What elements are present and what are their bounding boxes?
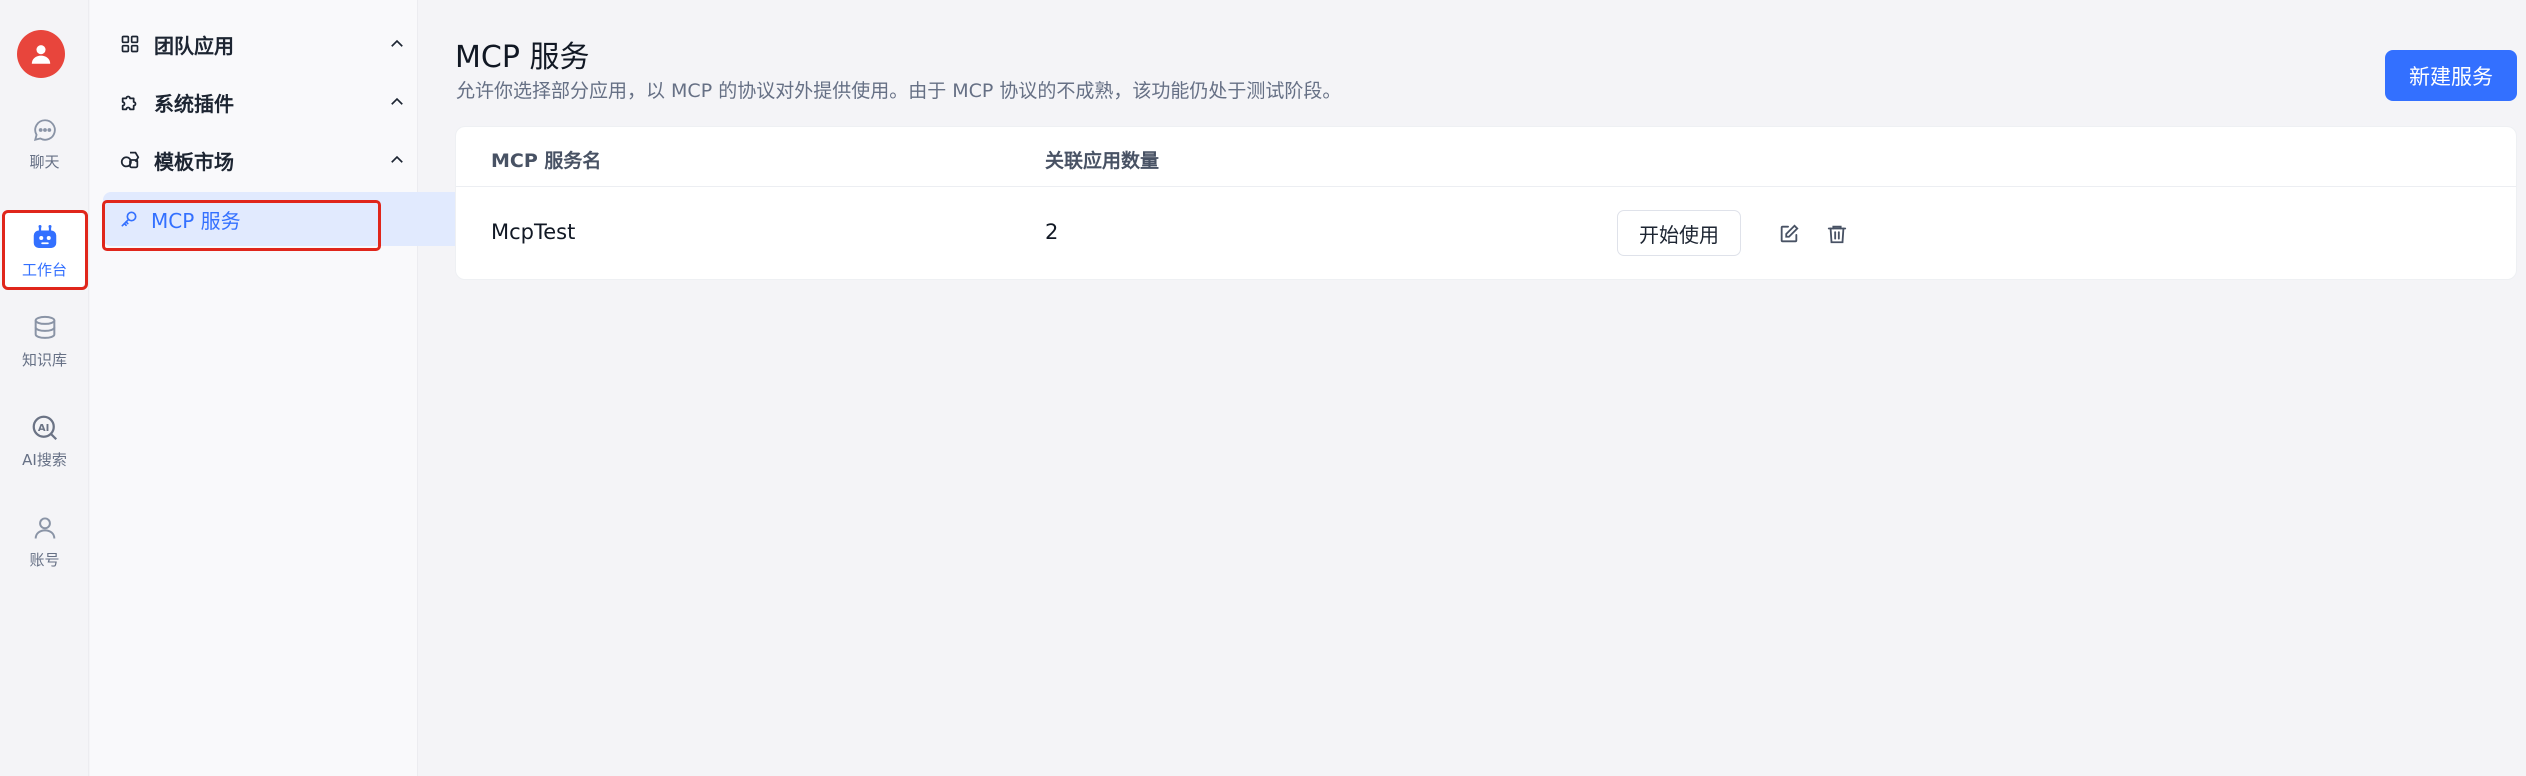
user-icon xyxy=(28,511,62,545)
shapes-icon xyxy=(118,148,142,172)
page-description: 允许你选择部分应用，以 MCP 的协议对外提供使用。由于 MCP 协议的不成熟，… xyxy=(456,80,1342,102)
main-content: MCP 服务 允许你选择部分应用，以 MCP 的协议对外提供使用。由于 MCP … xyxy=(419,0,2526,776)
sidebar-group-label: 团队应用 xyxy=(154,33,234,58)
chevron-up-icon[interactable] xyxy=(386,91,408,113)
delete-icon[interactable] xyxy=(1824,221,1850,247)
rail-item-label: 工作台 xyxy=(21,260,67,279)
rail-item-label: AI搜索 xyxy=(22,450,67,469)
sidebar-group-label: 系统插件 xyxy=(154,91,234,116)
rail-item-label: 聊天 xyxy=(29,152,60,171)
svg-text:AI: AI xyxy=(37,422,48,433)
page-title: MCP 服务 xyxy=(455,40,590,75)
chevron-up-icon[interactable] xyxy=(386,33,408,55)
new-service-button[interactable]: 新建服务 xyxy=(2385,50,2517,101)
user-avatar[interactable] xyxy=(17,30,65,78)
left-rail: 聊天 工作台 知识库 AI AI搜索 账号 xyxy=(0,0,89,776)
avatar-user-icon xyxy=(31,45,51,64)
robot-icon xyxy=(28,221,62,255)
rail-item-ai-search[interactable]: AI AI搜索 xyxy=(4,400,85,480)
service-table: MCP 服务名 关联应用数量 McpTest 2 开始使用 xyxy=(455,126,2517,280)
sidebar: 团队应用 系统插件 模板市场 MCP 服务 xyxy=(90,0,493,776)
sidebar-group-label: 模板市场 xyxy=(154,149,234,174)
grid-icon xyxy=(118,32,142,56)
ai-search-icon: AI xyxy=(28,411,62,445)
column-header-service-name: MCP 服务名 xyxy=(491,150,602,172)
database-icon xyxy=(28,311,62,345)
rail-item-workbench[interactable]: 工作台 xyxy=(4,210,85,290)
chevron-up-icon[interactable] xyxy=(386,149,408,171)
rail-item-label: 知识库 xyxy=(21,350,67,369)
column-header-app-count: 关联应用数量 xyxy=(1045,150,1160,172)
rail-item-knowledge-base[interactable]: 知识库 xyxy=(4,300,85,380)
service-name-cell: McpTest xyxy=(491,220,576,244)
key-icon xyxy=(119,209,139,229)
chat-icon xyxy=(28,113,62,147)
rail-item-label: 账号 xyxy=(29,550,60,569)
rail-item-chat[interactable]: 聊天 xyxy=(4,102,85,182)
sidebar-item-label: MCP 服务 xyxy=(151,208,241,233)
puzzle-icon xyxy=(118,90,142,114)
app-count-cell: 2 xyxy=(1045,220,1059,244)
edit-icon[interactable] xyxy=(1776,221,1802,247)
start-using-button[interactable]: 开始使用 xyxy=(1617,210,1741,256)
table-header: MCP 服务名 关联应用数量 xyxy=(456,127,2516,187)
table-row[interactable]: McpTest 2 开始使用 xyxy=(456,188,2516,280)
rail-item-account[interactable]: 账号 xyxy=(4,500,85,580)
